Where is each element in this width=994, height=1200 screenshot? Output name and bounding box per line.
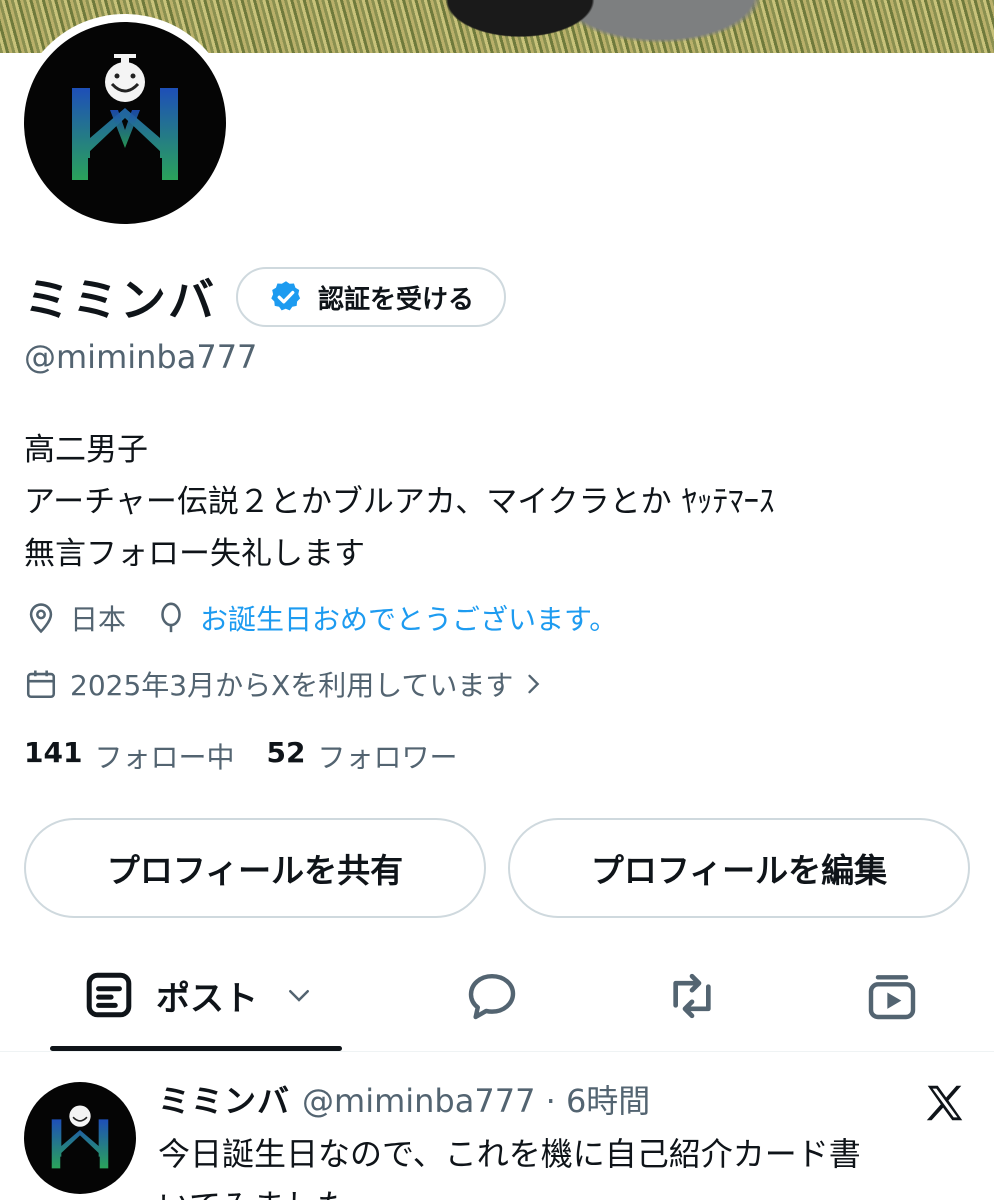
profile-meta-row: 日本 お誕生日おめでとうございます。 (24, 598, 617, 638)
avatar-image (24, 22, 226, 224)
chevron-down-icon[interactable] (284, 980, 314, 1010)
chevron-right-icon (528, 674, 540, 694)
tab-posts-label: ポスト (156, 978, 258, 1019)
followers-link[interactable]: 52 フォロワー (266, 736, 457, 776)
location-text: 日本 (70, 603, 127, 636)
get-verified-button[interactable]: 認証を受ける (236, 267, 507, 327)
follow-stats: 141 フォロー中 52 フォロワー (24, 736, 489, 776)
mm-logo-icon (72, 54, 178, 180)
bio-line: 無言フォロー失礼します (24, 536, 365, 572)
display-name: ミミンバ (24, 273, 216, 327)
verified-badge-icon (271, 281, 301, 311)
tweet-author-name[interactable]: ミミンバ (158, 1076, 290, 1122)
profile-page: ミミンバ 認証を受ける @miminba777 高二男子 アーチャー伝説２とかブ… (0, 0, 994, 1200)
profile-bio: 高二男子 アーチャー伝説２とかブルアカ、マイクラとか ﾔｯﾃﾏｰｽ 無言フォロー… (24, 424, 774, 580)
profile-tabs: ポスト (0, 950, 994, 1052)
replies-icon[interactable] (464, 968, 520, 1024)
profile-avatar[interactable] (16, 14, 234, 232)
bio-line: 高二男子 (24, 432, 148, 468)
tab-posts[interactable]: ポスト (84, 970, 314, 1020)
profile-actions: プロフィールを共有 プロフィールを編集 (24, 818, 970, 918)
posts-tab-icon (86, 972, 132, 1018)
joined-row[interactable]: 2025年3月からXを利用しています (24, 664, 559, 704)
calendar-icon (26, 670, 56, 699)
reposts-icon[interactable] (664, 968, 720, 1024)
followers-count: 52 (266, 736, 306, 769)
tweet-line: 今日誕生日なので、これを機に自己紹介カード書 (158, 1135, 861, 1173)
joined-text: 2025年3月からXを利用しています (70, 669, 514, 702)
mm-logo-icon (51, 1105, 109, 1169)
tweet-avatar[interactable] (24, 1082, 136, 1194)
following-link[interactable]: 141 フォロー中 (24, 736, 234, 776)
following-label: フォロー中 (94, 741, 235, 774)
get-verified-label: 認証を受ける (318, 284, 475, 315)
birthday-item: お誕生日おめでとうございます。 (154, 598, 617, 638)
active-tab-indicator (50, 1046, 342, 1051)
tweet-header: ミミンバ @miminba777 · 6時間 (158, 1076, 650, 1122)
profile-handle: @miminba777 (24, 338, 258, 376)
tweet-line: いてみました (158, 1180, 958, 1200)
followers-label: フォロワー (317, 741, 458, 774)
tweet-text[interactable]: 今日誕生日なので、これを機に自己紹介カード書 いてみました (158, 1128, 958, 1200)
location-pin-icon (29, 603, 53, 634)
following-count: 141 (24, 736, 83, 769)
name-row: ミミンバ 認証を受ける (24, 264, 507, 330)
edit-profile-button[interactable]: プロフィールを編集 (508, 818, 970, 918)
birthday-link[interactable]: お誕生日おめでとうございます。 (200, 598, 617, 638)
tweet-author-meta: @miminba777 · 6時間 (302, 1082, 651, 1120)
media-icon[interactable] (864, 968, 920, 1024)
share-profile-button[interactable]: プロフィールを共有 (24, 818, 486, 918)
balloon-icon (161, 602, 181, 633)
bio-line: アーチャー伝説２とかブルアカ、マイクラとか ﾔｯﾃﾏｰｽ (24, 484, 775, 520)
x-logo-icon (926, 1085, 963, 1121)
